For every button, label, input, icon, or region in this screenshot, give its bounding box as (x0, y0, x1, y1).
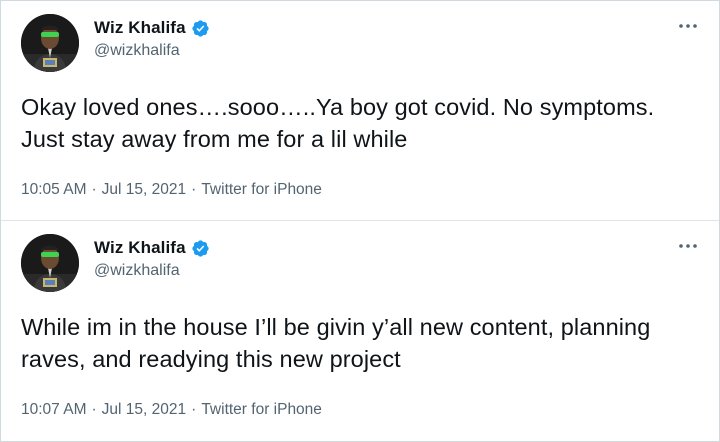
meta-separator: · (191, 401, 197, 418)
avatar[interactable] (21, 14, 79, 72)
meta-separator: · (91, 181, 97, 198)
avatar-image (21, 14, 79, 72)
tweet-source[interactable]: Twitter for iPhone (201, 401, 322, 419)
tweet-source[interactable]: Twitter for iPhone (201, 181, 322, 199)
avatar[interactable] (21, 234, 79, 292)
tweet-meta: 10:07 AM · Jul 15, 2021 · Twitter for iP… (21, 401, 322, 419)
tweet-screenshot: Wiz Khalifa @wizkhalifa Okay loved ones…… (0, 0, 720, 442)
more-options-icon[interactable] (677, 15, 699, 37)
tweet-date[interactable]: Jul 15, 2021 (102, 181, 186, 199)
avatar-image (21, 234, 79, 292)
handle[interactable]: @wizkhalifa (94, 262, 210, 280)
author-block: Wiz Khalifa @wizkhalifa (94, 18, 210, 60)
handle[interactable]: @wizkhalifa (94, 42, 210, 60)
tweet-text: Okay loved ones….sooo…..Ya boy got covid… (21, 94, 655, 152)
tweet-time[interactable]: 10:07 AM (21, 401, 87, 419)
meta-separator: · (91, 401, 97, 418)
tweet-card[interactable]: Wiz Khalifa @wizkhalifa While im in the … (1, 220, 719, 440)
tweet-card[interactable]: Wiz Khalifa @wizkhalifa Okay loved ones…… (1, 1, 719, 220)
verified-badge-icon (191, 239, 210, 258)
tweet-text: While im in the house I’ll be givin y’al… (21, 314, 651, 372)
meta-separator: · (191, 181, 197, 198)
tweet-time[interactable]: 10:05 AM (21, 181, 87, 199)
display-name[interactable]: Wiz Khalifa (94, 18, 186, 38)
author-block: Wiz Khalifa @wizkhalifa (94, 238, 210, 280)
more-options-icon[interactable] (677, 235, 699, 257)
verified-badge-icon (191, 19, 210, 38)
tweet-date[interactable]: Jul 15, 2021 (102, 401, 186, 419)
display-name[interactable]: Wiz Khalifa (94, 238, 186, 258)
tweet-meta: 10:05 AM · Jul 15, 2021 · Twitter for iP… (21, 181, 322, 199)
